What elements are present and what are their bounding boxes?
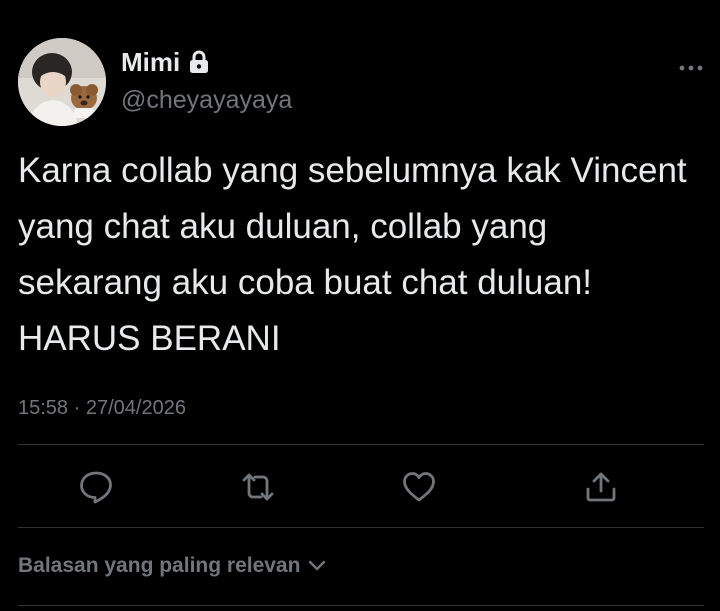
reply-button[interactable]: [78, 469, 114, 505]
more-options-icon[interactable]: [676, 58, 706, 78]
tweet-timestamp[interactable]: 15:58 · 27/04/2026: [18, 392, 186, 424]
replies-sort-label: Balasan yang paling relevan: [18, 554, 301, 577]
avatar[interactable]: [18, 38, 106, 126]
tweet-time: 15:58: [18, 397, 69, 419]
share-upload-icon: [586, 472, 616, 502]
user-name-row: Mimi: [121, 46, 210, 78]
replies-sort-dropdown[interactable]: Balasan yang paling relevan: [18, 550, 326, 582]
share-button[interactable]: [583, 469, 619, 505]
avatar-image: [18, 38, 106, 126]
tweet-detail: Mimi @cheyayayaya Karna collab yang sebe…: [0, 0, 720, 611]
tweet-text: Karna collab yang sebelumnya kak Vincent…: [18, 151, 687, 358]
user-handle[interactable]: @cheyayayaya: [121, 84, 292, 116]
retweet-arrows-icon: [242, 473, 274, 501]
tweet-date: 27/04/2026: [85, 397, 186, 419]
divider: [18, 527, 704, 528]
chevron-down-icon: [309, 560, 326, 571]
lock-icon: [190, 50, 209, 73]
like-button[interactable]: [401, 469, 437, 505]
heart-icon: [403, 472, 435, 502]
display-name[interactable]: Mimi: [121, 46, 180, 78]
speech-bubble-icon: [80, 471, 112, 504]
meta-separator: ·: [73, 397, 81, 419]
retweet-button[interactable]: [240, 469, 276, 505]
divider: [18, 444, 704, 445]
divider: [18, 605, 704, 606]
